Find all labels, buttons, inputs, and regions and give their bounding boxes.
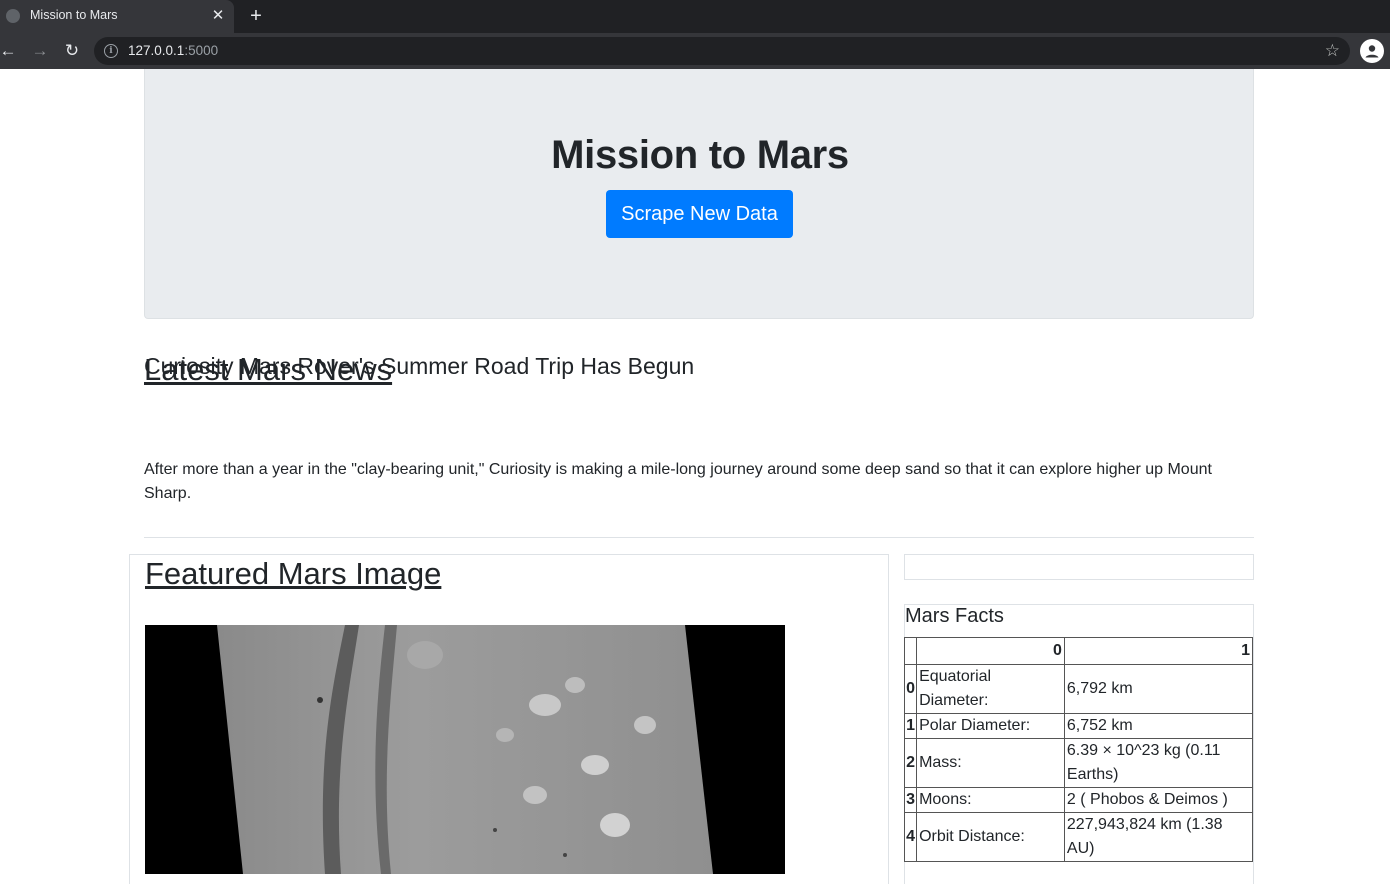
table-row: 4 Orbit Distance: 227,943,824 km (1.38 A… [903, 812, 1254, 862]
profile-icon[interactable] [1360, 39, 1384, 63]
row-index: 1 [903, 713, 918, 739]
fact-value: 227,943,824 km (1.38 AU) [1063, 812, 1254, 862]
reload-icon[interactable]: ↻ [60, 39, 84, 63]
column-header: 1 [1063, 637, 1254, 665]
fact-key: Moons: [916, 787, 1065, 813]
browser-toolbar: ← → ↻ i 127.0.0.1:5000 ☆ [0, 33, 1390, 69]
browser-tab-bar: Mission to Mars ✕ + [0, 0, 1390, 33]
news-title: Curiosity Mars Rover's Summer Road Trip … [144, 353, 695, 379]
fact-value: 6.39 × 10^23 kg (0.11 Earths) [1063, 738, 1254, 788]
mars-facts-table: 0 1 0 Equatorial Diameter: 6,792 km 1 Po… [903, 637, 1254, 862]
featured-image-heading: Featured Mars Image [145, 556, 442, 591]
new-tab-icon[interactable]: + [244, 4, 268, 28]
row-index: 2 [903, 738, 918, 788]
facts-title: Mars Facts [905, 605, 1004, 627]
page-title: Mission to Mars [551, 133, 849, 177]
hero-jumbotron: Mission to Mars Scrape New Data [144, 69, 1254, 319]
news-paragraph: After more than a year in the "clay-bear… [144, 461, 1212, 502]
browser-tab[interactable]: Mission to Mars ✕ [0, 0, 234, 33]
column-header: 0 [916, 637, 1065, 665]
fact-key: Polar Diameter: [916, 713, 1065, 739]
fact-key: Mass: [916, 738, 1065, 788]
fact-value: 6,752 km [1063, 713, 1254, 739]
fact-key: Orbit Distance: [916, 812, 1065, 862]
url-host: 127.0.0.1 [128, 43, 185, 58]
row-index: 4 [903, 812, 918, 862]
back-arrow-icon[interactable]: ← [0, 39, 20, 63]
table-row: 2 Mass: 6.39 × 10^23 kg (0.11 Earths) [903, 738, 1254, 788]
url-port: :5000 [184, 43, 219, 58]
site-info-icon[interactable]: i [104, 44, 118, 58]
featured-mars-image [145, 625, 785, 874]
column-header [903, 637, 918, 665]
address-bar[interactable]: i 127.0.0.1:5000 ☆ [94, 37, 1350, 65]
table-header-row: 0 1 [903, 637, 1254, 665]
mars-surface-image [217, 625, 713, 874]
table-row: 1 Polar Diameter: 6,752 km [903, 713, 1254, 739]
scrape-new-data-button[interactable]: Scrape New Data [606, 190, 793, 238]
fact-key: Equatorial Diameter: [916, 664, 1065, 714]
empty-box [904, 554, 1254, 580]
close-icon[interactable]: ✕ [208, 6, 228, 26]
table-row: 3 Moons: 2 ( Phobos & Deimos ) [903, 787, 1254, 813]
fact-value: 6,792 km [1063, 664, 1254, 714]
table-row: 0 Equatorial Diameter: 6,792 km [903, 664, 1254, 714]
fact-value: 2 ( Phobos & Deimos ) [1063, 787, 1254, 813]
tab-title: Mission to Mars [30, 8, 118, 22]
row-index: 3 [903, 787, 918, 813]
row-index: 0 [903, 664, 918, 714]
globe-icon [6, 9, 20, 23]
url-text[interactable]: 127.0.0.1:5000 [128, 43, 218, 58]
bookmark-star-icon[interactable]: ☆ [1325, 40, 1340, 62]
divider [144, 537, 1254, 538]
forward-arrow-icon[interactable]: → [28, 39, 52, 63]
